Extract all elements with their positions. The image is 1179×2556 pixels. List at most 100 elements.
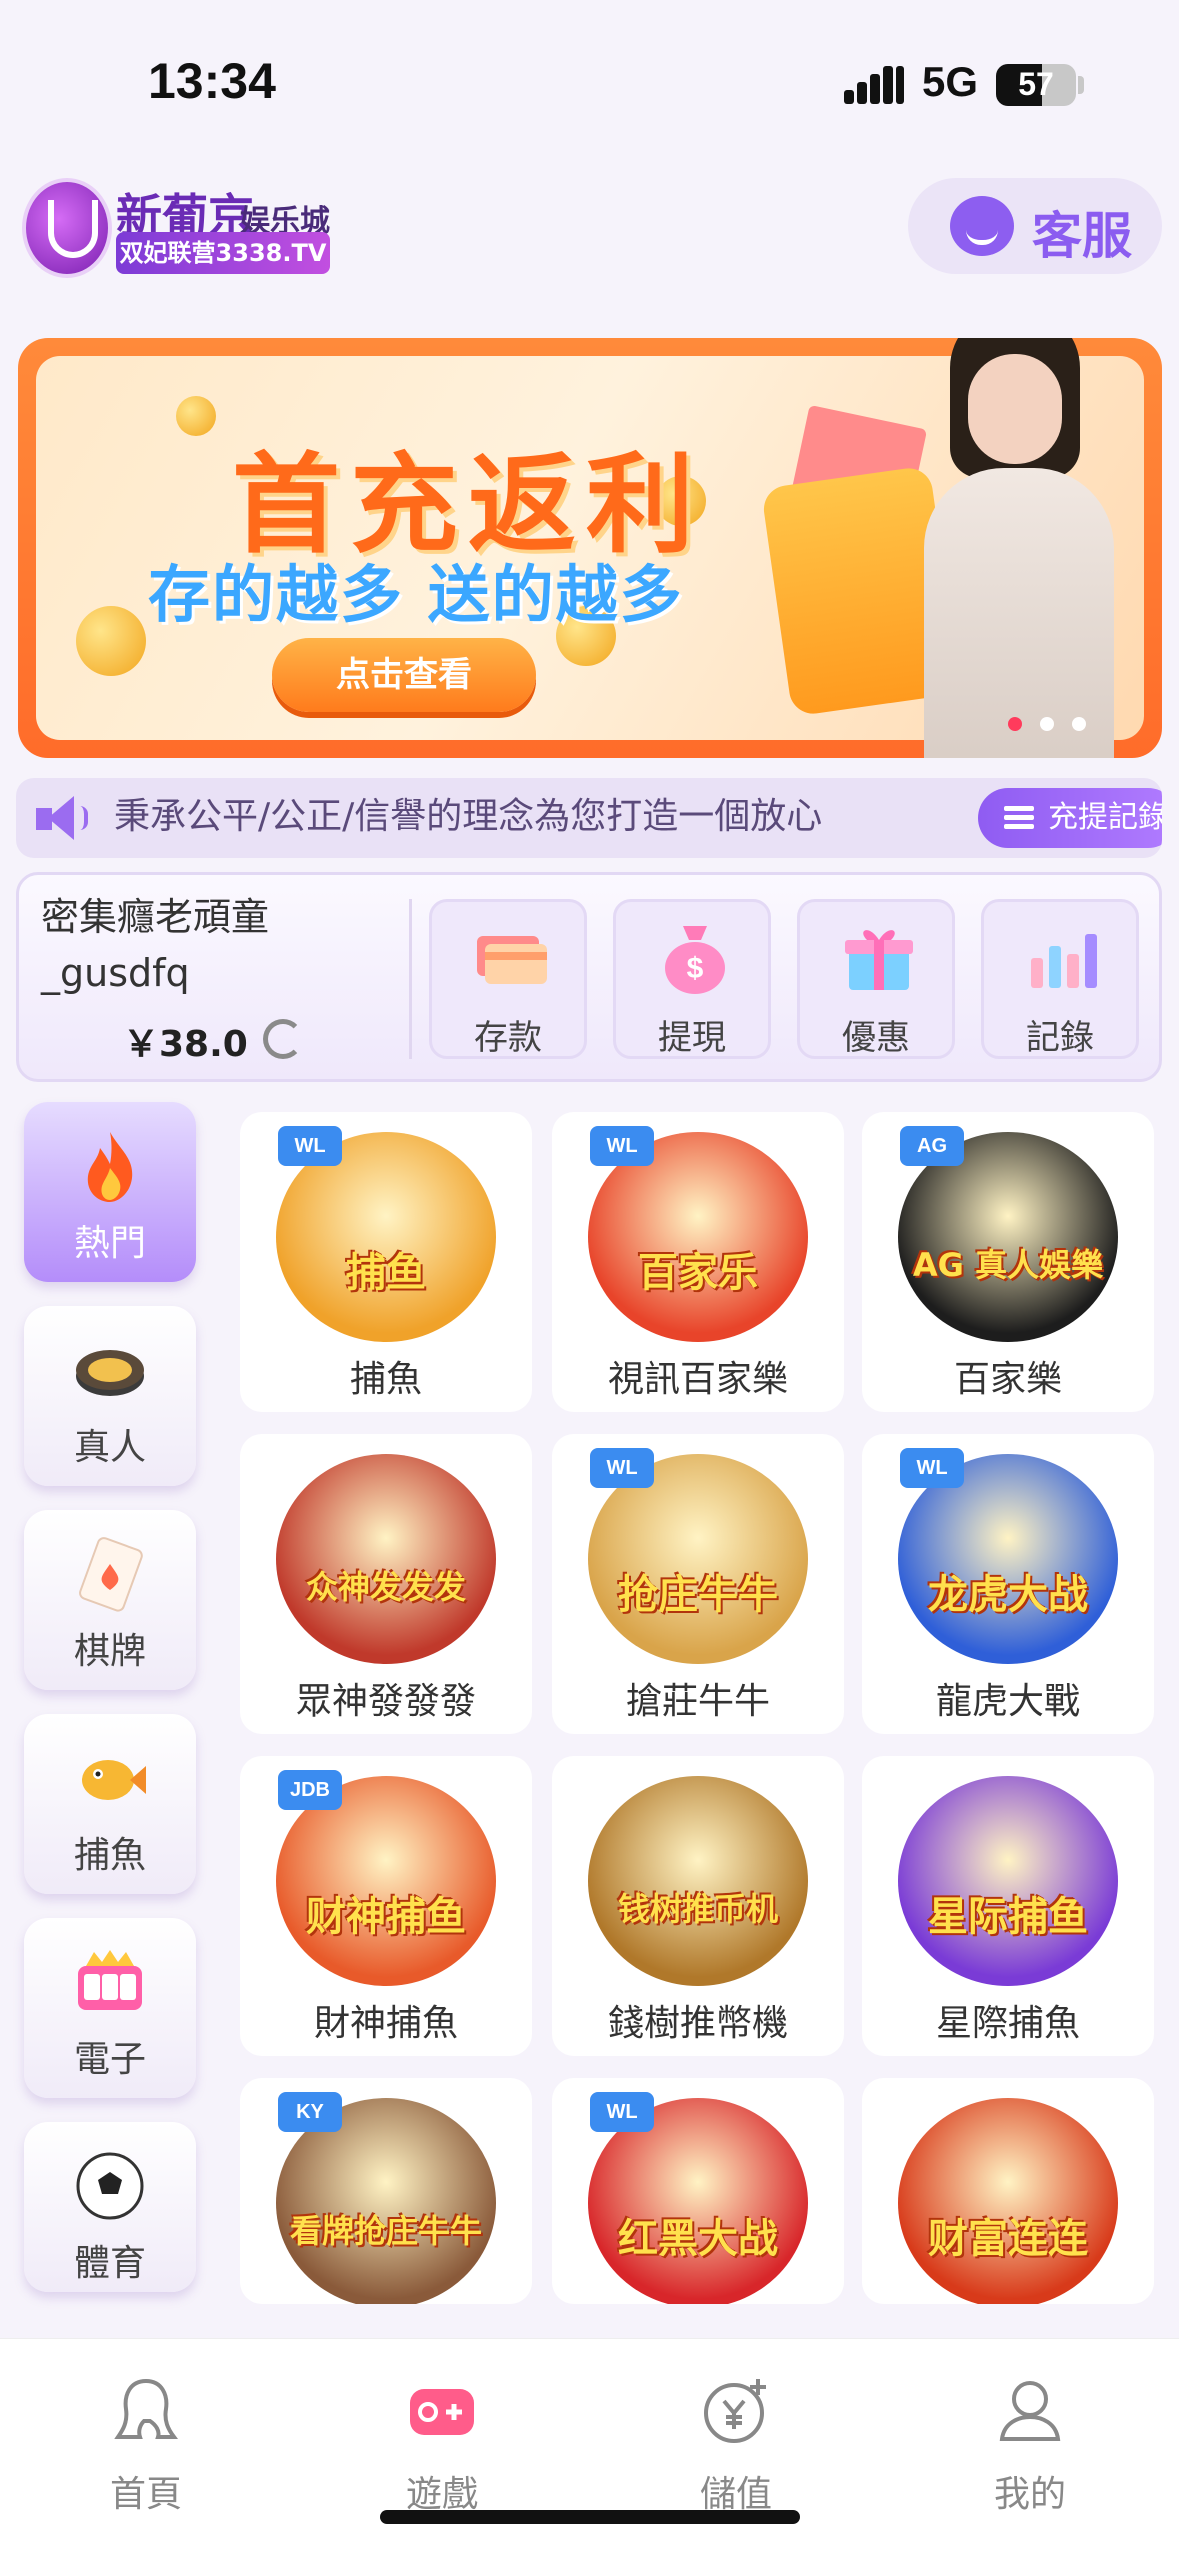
- signal-icon: [844, 64, 906, 104]
- pagination-dot[interactable]: [1040, 717, 1054, 731]
- game-thumbnail-title: 红黑大战: [618, 2216, 778, 2262]
- provider-tag: WL: [590, 2092, 654, 2132]
- records-button[interactable]: 充提記錄: [978, 788, 1162, 848]
- svg-text:$: $: [687, 952, 704, 985]
- tab-label: 我的: [993, 2474, 1066, 2515]
- deposit-button[interactable]: 存款: [429, 899, 587, 1059]
- tab-label: 首頁: [109, 2474, 182, 2515]
- game-name: 財神捕魚: [313, 2003, 458, 2044]
- model-illustration: [878, 338, 1158, 758]
- battery-level: 57: [1018, 66, 1054, 102]
- tab-profile[interactable]: 我的: [950, 2375, 1110, 2525]
- game-name: 捕魚: [349, 1359, 422, 1400]
- game-thumbnail-title: 财富连连: [928, 2216, 1088, 2262]
- profile-icon: [999, 2381, 1061, 2441]
- slot-machine-icon: [78, 1950, 142, 2010]
- tab-home[interactable]: 首頁: [66, 2375, 226, 2525]
- gamepad-icon: [410, 2389, 474, 2435]
- home-lady-icon: [114, 2378, 178, 2439]
- game-thumbnail: [898, 2098, 1118, 2304]
- balance: ￥38.0: [123, 1024, 248, 1065]
- category-slots[interactable]: 電子: [24, 1918, 196, 2098]
- game-thumbnail: [588, 1776, 808, 1986]
- announcement-bar: 秉承公平/公正/信譽的理念為您打造一個放心 充提記錄: [16, 778, 1162, 858]
- category-label: 棋牌: [73, 1631, 146, 1672]
- account-card: 密集癮老頑童_gusdfq ￥38.0 存款 $ 提現 優惠 記錄: [16, 872, 1162, 1082]
- card-icon: [477, 936, 547, 984]
- list-icon: [1004, 806, 1034, 830]
- game-card[interactable]: WL 百家乐 視訊百家樂: [552, 1112, 844, 1412]
- game-card[interactable]: KY看牌抢庄牛牛看牌搶莊牛: [240, 2078, 532, 2304]
- history-label: 記錄: [1026, 1018, 1094, 1058]
- promotions-button[interactable]: 優惠: [797, 899, 955, 1059]
- category-cards[interactable]: 棋牌: [24, 1510, 196, 1690]
- username: 密集癮老頑童_gusdfq: [41, 895, 270, 995]
- status-bar: 13:34 5G 57: [0, 0, 1179, 160]
- game-card[interactable]: 众神发发发眾神發發發: [240, 1434, 532, 1734]
- game-name: 搶莊牛牛: [625, 1681, 770, 1722]
- game-card[interactable]: JDB 财神捕鱼 財神捕魚: [240, 1756, 532, 2056]
- tab-games[interactable]: 遊戲: [362, 2375, 522, 2525]
- game-name: 錢樹推幣機: [607, 2003, 788, 2044]
- game-thumbnail: [898, 1776, 1118, 1986]
- fish-icon: [82, 1760, 146, 1800]
- game-card[interactable]: WL 捕鱼捕魚: [240, 1112, 532, 1412]
- category-hot[interactable]: 熱門: [24, 1102, 196, 1282]
- divider: [409, 899, 412, 1059]
- category-fishing[interactable]: 捕魚: [24, 1714, 196, 1894]
- banner-cta-button[interactable]: 点击查看: [272, 638, 536, 712]
- game-thumbnail-title: 龙虎大战: [928, 1572, 1088, 1618]
- game-name: 百家樂: [953, 1359, 1062, 1400]
- provider-tag: WL: [900, 1448, 964, 1488]
- game-name: 眾神發發發: [295, 1681, 476, 1722]
- category-sports[interactable]: 體育: [24, 2122, 196, 2292]
- banner-pagination[interactable]: [1008, 716, 1128, 732]
- game-card[interactable]: 星际捕鱼 星際捕魚: [862, 1756, 1154, 2056]
- game-card[interactable]: WL红黑大战紅黑大戰: [552, 2078, 844, 2304]
- customer-service-label: 客服: [1032, 207, 1132, 265]
- category-label: 熱門: [73, 1223, 146, 1264]
- game-thumbnail-title: 财神捕鱼: [306, 1894, 466, 1940]
- logo-badge: 双妃联营3338.TV: [116, 232, 330, 274]
- yen-plus-icon: [704, 2379, 766, 2443]
- category-live[interactable]: 真人: [24, 1306, 196, 1486]
- announcement-text: 秉承公平/公正/信譽的理念為您打造一個放心: [114, 796, 823, 837]
- provider-tag: WL: [590, 1448, 654, 1488]
- game-card[interactable]: 财富连连財富連連: [862, 2078, 1154, 2304]
- speaker-icon: [36, 794, 96, 842]
- records-label: 充提記錄: [1048, 800, 1162, 835]
- soccer-ball-icon: [76, 2152, 144, 2220]
- game-thumbnail-title: AG 真人娛樂: [912, 1246, 1104, 1284]
- money-bag-icon: $: [665, 926, 725, 994]
- provider-tag: WL: [278, 1126, 342, 1166]
- game-card[interactable]: WL 抢庄牛牛搶莊牛牛: [552, 1434, 844, 1734]
- game-thumbnail-title: 捕鱼: [346, 1250, 426, 1296]
- game-card[interactable]: 钱树推币机錢樹推幣機: [552, 1756, 844, 2056]
- game-thumbnail-title: 众神发发发: [305, 1568, 466, 1606]
- banner-subtitle: 存的越多 送的越多: [148, 558, 684, 631]
- game-card[interactable]: WL 龙虎大战龍虎大戰: [862, 1434, 1154, 1734]
- tab-deposit[interactable]: 儲值: [656, 2375, 816, 2525]
- history-button[interactable]: 記錄: [981, 899, 1139, 1059]
- promotions-label: 優惠: [842, 1018, 910, 1058]
- status-time: 13:34: [148, 53, 276, 109]
- customer-service-button[interactable]: 客服: [908, 178, 1162, 274]
- battery-icon: 57: [996, 64, 1076, 106]
- game-thumbnail-title: 抢庄牛牛: [618, 1572, 778, 1618]
- gift-icon: [845, 930, 913, 990]
- network-label: 5G: [922, 58, 979, 105]
- withdraw-button[interactable]: $ 提現: [613, 899, 771, 1059]
- category-label: 體育: [73, 2243, 146, 2284]
- pagination-dot[interactable]: [1008, 717, 1022, 731]
- category-label: 捕魚: [73, 1835, 146, 1876]
- game-thumbnail-title: 看牌抢庄牛牛: [289, 2212, 482, 2250]
- pagination-dot[interactable]: [1072, 717, 1086, 731]
- game-thumbnail-title: 百家乐: [638, 1250, 758, 1296]
- game-card[interactable]: AG AG 真人娛樂 百家樂: [862, 1112, 1154, 1412]
- promo-banner[interactable]: 首充返利 存的越多 送的越多 点击查看: [18, 338, 1162, 758]
- game-name: 龍虎大戰: [935, 1681, 1080, 1722]
- provider-tag: AG: [900, 1126, 964, 1166]
- refresh-icon[interactable]: [263, 1019, 303, 1059]
- game-name: 視訊百家樂: [607, 1359, 788, 1400]
- game-thumbnail-title: 钱树推币机: [617, 1890, 778, 1928]
